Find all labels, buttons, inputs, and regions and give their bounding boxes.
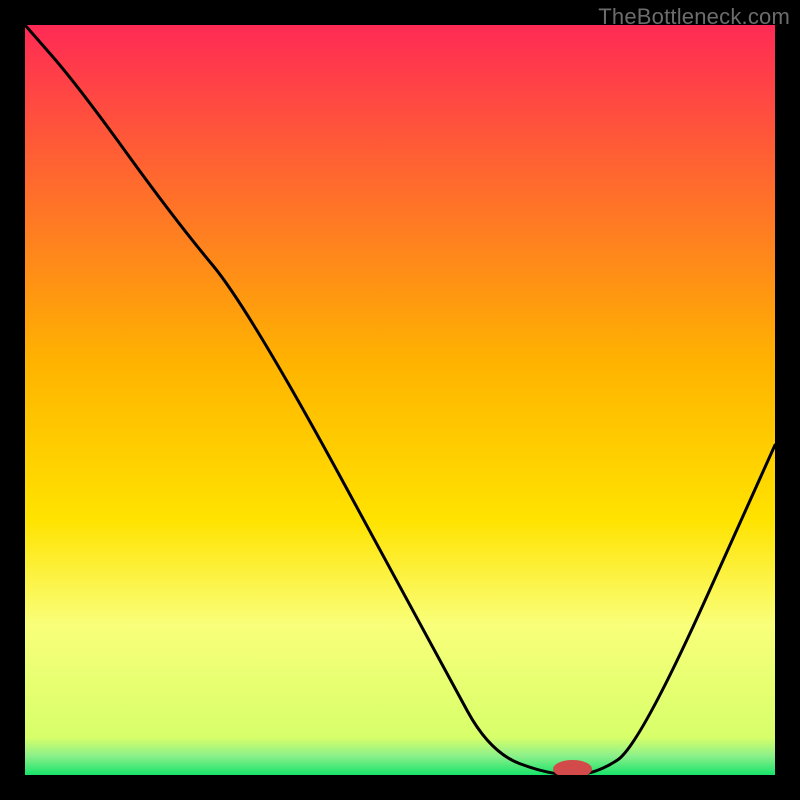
plot-area bbox=[25, 25, 775, 775]
watermark-text: TheBottleneck.com bbox=[598, 4, 790, 30]
gradient-background bbox=[25, 25, 775, 775]
chart-frame: TheBottleneck.com bbox=[0, 0, 800, 800]
plot-svg bbox=[25, 25, 775, 775]
